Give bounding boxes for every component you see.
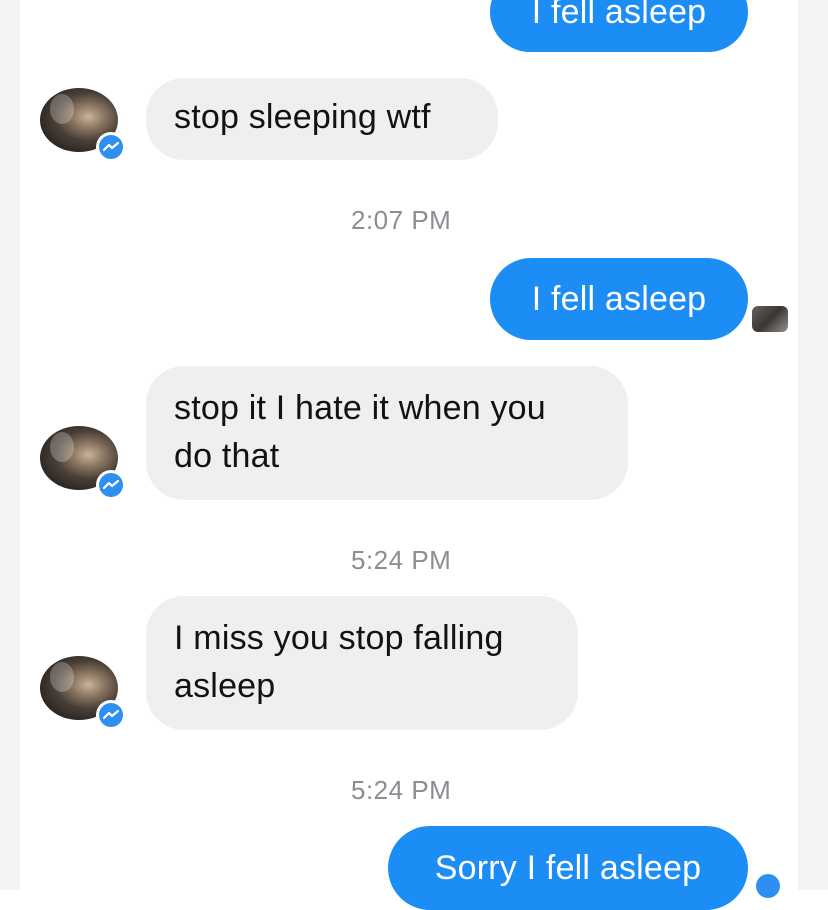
message-text: Sorry I fell asleep [434,849,702,887]
message-text: I fell asleep [531,0,707,31]
timestamp: 5:24 PM [351,545,452,575]
message-text: stop sleeping wtf [174,98,431,136]
sender-avatar[interactable] [40,426,126,506]
timestamp: 5:24 PM [351,775,452,805]
sender-avatar[interactable] [40,88,126,168]
message-text-line: I miss you stop falling [174,619,504,657]
left-edge [0,0,20,890]
read-receipt-avatar [752,306,788,332]
messenger-badge-icon [96,470,126,500]
messenger-badge-icon [96,700,126,730]
message-text-line: asleep [174,667,276,705]
timestamp: 2:07 PM [351,205,452,235]
read-receipt-avatar [756,874,780,898]
incoming-message-bubble[interactable]: stop sleeping wtf [146,78,498,160]
incoming-message-bubble[interactable]: I miss you stop falling asleep [146,596,578,730]
outgoing-message-bubble[interactable]: I fell asleep [490,258,748,340]
incoming-message-bubble[interactable]: stop it I hate it when you do that [146,366,628,500]
outgoing-message-bubble[interactable]: I fell asleep [490,0,748,52]
outgoing-message-bubble[interactable]: Sorry I fell asleep [388,826,748,910]
message-text-line: stop it I hate it when you [174,389,546,427]
right-edge [798,0,828,890]
sender-avatar[interactable] [40,656,126,736]
message-text-line: do that [174,437,280,475]
message-text: I fell asleep [531,280,707,318]
messenger-badge-icon [96,132,126,162]
